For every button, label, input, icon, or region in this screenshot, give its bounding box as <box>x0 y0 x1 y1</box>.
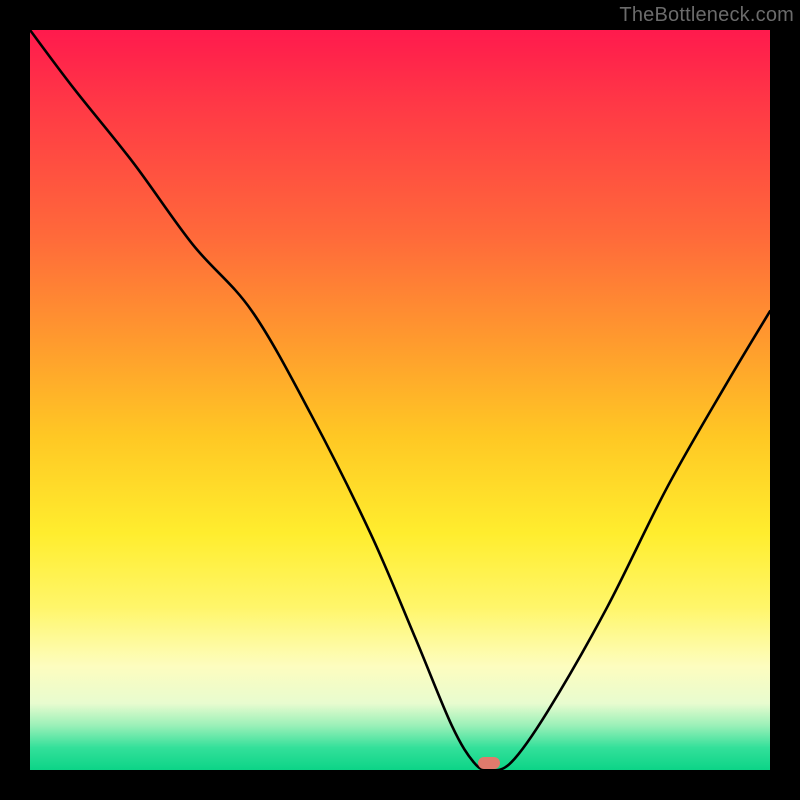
bottleneck-curve <box>30 30 770 770</box>
attribution-text: TheBottleneck.com <box>619 4 794 27</box>
plot-area <box>30 30 770 770</box>
optimum-marker <box>478 757 500 769</box>
chart-frame: TheBottleneck.com <box>0 0 800 800</box>
